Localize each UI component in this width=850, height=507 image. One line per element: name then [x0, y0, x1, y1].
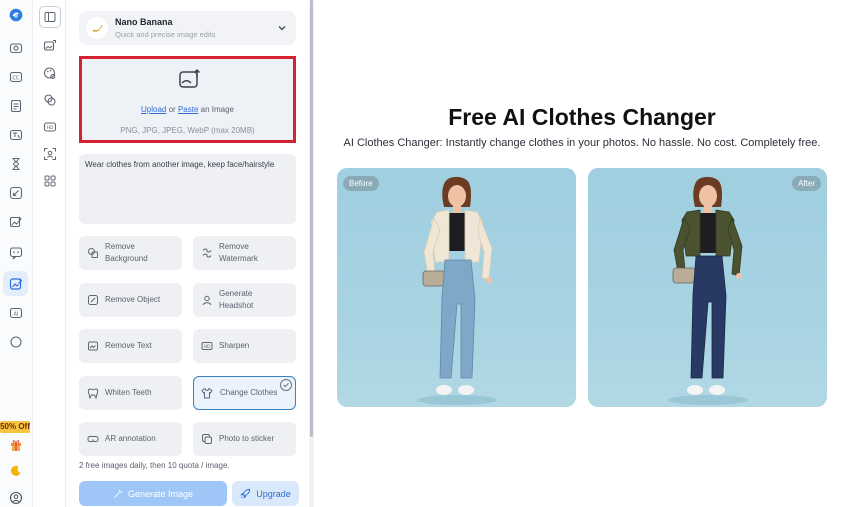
upload-dropzone[interactable]: Upload or Paste an Image PNG, JPG, JPEG,…: [79, 56, 296, 143]
tool-remove-background[interactable]: Remove Background: [79, 236, 182, 270]
tool-remove-object[interactable]: Remove Object: [79, 283, 182, 317]
image-swap-icon[interactable]: [40, 36, 60, 56]
grid-apps-icon[interactable]: [40, 171, 60, 191]
tool-label: Remove Text: [105, 341, 152, 350]
tool-label: Photo to sticker: [219, 434, 275, 443]
svg-text:AI: AI: [14, 311, 19, 317]
gift-icon[interactable]: [6, 435, 26, 455]
upload-instructions: Upload or Paste an Image: [82, 105, 293, 114]
image-upload-icon: [179, 68, 201, 88]
remove-background-icon: [88, 248, 98, 258]
upload-link[interactable]: Upload: [141, 105, 166, 114]
clothes-icon: [201, 387, 213, 399]
main-content: Free AI Clothes Changer AI Clothes Chang…: [314, 0, 850, 507]
tool-generate-headshot[interactable]: Generate Headshot: [193, 283, 296, 317]
svg-text:CC: CC: [13, 75, 20, 81]
document-icon[interactable]: [6, 96, 26, 116]
after-image: After: [588, 168, 827, 407]
page-subtitle: AI Clothes Changer: Instantly change clo…: [343, 137, 821, 149]
chat-bot-icon[interactable]: [6, 243, 26, 263]
tool-whiten-teeth[interactable]: Whiten Teeth: [79, 376, 182, 410]
tool-label: Remove Background: [105, 242, 148, 263]
svg-text:HD: HD: [204, 344, 210, 349]
control-panel: Nano Banana Quick and precise image edit…: [66, 0, 309, 507]
tool-label: Sharpen: [219, 341, 250, 350]
ai-icon[interactable]: AI: [6, 303, 26, 323]
upgrade-button-label: Upgrade: [256, 488, 291, 499]
circle-icon[interactable]: [6, 332, 26, 352]
tooth-icon: [87, 388, 99, 399]
cc-icon[interactable]: CC: [6, 67, 26, 87]
moon-icon[interactable]: [6, 461, 26, 481]
tool-remove-text[interactable]: Remove Text: [79, 329, 182, 363]
sticker-icon: [202, 434, 212, 444]
quota-info: 2 free images daily, then 10 quota / ima…: [79, 461, 230, 470]
remove-text-icon: [88, 341, 98, 351]
tool-ar-annotation[interactable]: AR annotation: [79, 422, 182, 456]
remove-object-icon: [88, 295, 98, 305]
tool-change-clothes[interactable]: Change Clothes: [193, 376, 296, 410]
tool-rail: HD: [33, 0, 66, 507]
after-badge: After: [792, 176, 821, 191]
check-icon: [280, 379, 292, 391]
tool-label: AR annotation: [105, 434, 156, 443]
tool-label: Whiten Teeth: [105, 388, 152, 397]
paste-link[interactable]: Paste: [178, 105, 198, 114]
app-logo-icon[interactable]: [6, 5, 26, 25]
hd-icon[interactable]: HD: [40, 117, 60, 137]
woman-cream-blazer-illustration: [417, 176, 497, 405]
user-account-icon[interactable]: [6, 488, 26, 507]
camera-icon[interactable]: [6, 38, 26, 58]
model-selector[interactable]: Nano Banana Quick and precise image edit…: [79, 11, 296, 45]
image-tools-icon[interactable]: [3, 271, 28, 296]
rocket-icon: [240, 488, 251, 499]
model-description: Quick and precise image edits: [115, 30, 216, 39]
svg-text:HD: HD: [47, 125, 54, 131]
before-image: Before: [337, 168, 576, 407]
accepted-formats: PNG, JPG, JPEG, WebP (max 20MB): [120, 126, 255, 135]
remove-watermark-icon: [202, 248, 212, 258]
pen-tool-icon[interactable]: [6, 183, 26, 203]
magic-wand-icon: [114, 489, 123, 498]
headshot-icon: [202, 295, 212, 306]
ar-glasses-icon: [87, 436, 99, 442]
page-title: Free AI Clothes Changer: [448, 104, 716, 130]
banana-icon: [86, 17, 108, 39]
sidebar-toggle-icon[interactable]: [39, 6, 61, 28]
tool-label: Remove Watermark: [219, 242, 258, 263]
tool-label: Change Clothes: [220, 388, 278, 397]
tool-remove-watermark[interactable]: Remove Watermark: [193, 236, 296, 270]
hourglass-icon[interactable]: [6, 154, 26, 174]
promo-badge[interactable]: 50% Off: [0, 421, 30, 433]
chevron-down-icon[interactable]: [276, 22, 288, 34]
image-edit-icon[interactable]: [6, 212, 26, 232]
prompt-textarea[interactable]: Wear clothes from another image, keep fa…: [79, 154, 296, 224]
tool-sharpen[interactable]: HD Sharpen: [193, 329, 296, 363]
translate-icon[interactable]: [6, 125, 26, 145]
tool-label: Remove Object: [105, 295, 161, 304]
upload-suffix: an Image: [200, 105, 234, 114]
layers-icon[interactable]: [40, 90, 60, 110]
scrollbar-thumb[interactable]: [310, 0, 313, 437]
generate-button-label: Generate Image: [127, 488, 194, 499]
model-name: Nano Banana: [115, 17, 173, 27]
upgrade-button[interactable]: Upgrade: [232, 481, 299, 506]
tool-label: Generate Headshot: [219, 289, 254, 310]
face-scan-icon[interactable]: [40, 144, 60, 164]
or-text: or: [168, 105, 176, 114]
generate-image-button[interactable]: Generate Image: [79, 481, 227, 506]
app-nav-rail: CC AI 50% Off: [0, 0, 33, 507]
tool-photo-to-sticker[interactable]: Photo to sticker: [193, 422, 296, 456]
before-badge: Before: [343, 176, 379, 191]
sharpen-hd-icon: HD: [201, 342, 213, 350]
palette-icon[interactable]: [40, 63, 60, 83]
woman-olive-jacket-illustration: [668, 176, 748, 405]
